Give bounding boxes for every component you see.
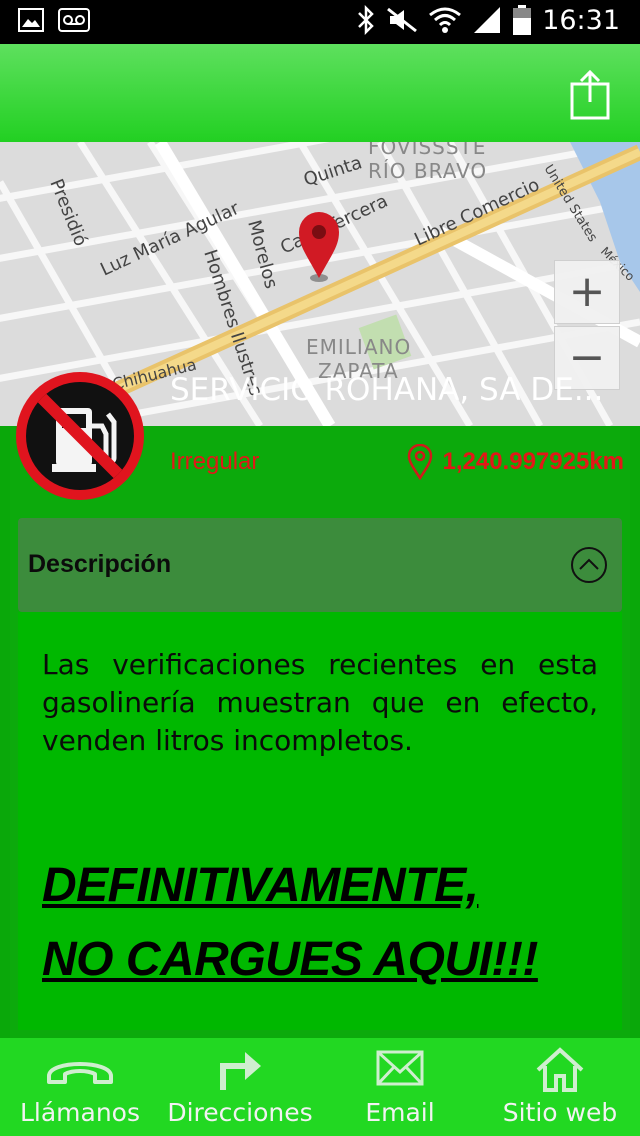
action-bar	[0, 44, 640, 142]
description-header[interactable]: Descripción	[18, 518, 622, 612]
location-pin-icon	[407, 444, 432, 480]
mute-icon	[387, 7, 418, 33]
share-icon[interactable]	[570, 68, 610, 120]
signal-icon	[474, 7, 501, 33]
image-notification-icon	[18, 8, 44, 32]
nav-label: Llámanos	[19, 1098, 141, 1127]
voicemail-icon	[58, 8, 90, 32]
nav-email[interactable]: Email	[320, 1038, 480, 1136]
bottom-nav: Llámanos Direcciones Email Sitio web	[0, 1038, 640, 1136]
nav-directions[interactable]: Direcciones	[160, 1038, 320, 1136]
map-label: FOVISSSTE	[368, 142, 486, 159]
station-name: SERVICIO ROHANA, SA DE...	[170, 372, 604, 408]
email-icon	[376, 1050, 424, 1086]
battery-icon	[513, 5, 532, 35]
warning-line-2: NO CARGUES AQUI!!!	[42, 933, 538, 986]
nav-label: Sitio web	[502, 1098, 618, 1127]
map-label: RÍO BRAVO	[368, 159, 487, 183]
description-text: Las verificaciones recientes en esta gas…	[42, 648, 598, 757]
nav-website[interactable]: Sitio web	[480, 1038, 640, 1136]
directions-icon	[220, 1052, 261, 1090]
nav-label: Email	[365, 1098, 435, 1127]
map-label: EMILIANO	[306, 335, 411, 359]
phone-icon	[47, 1062, 113, 1084]
station-details: Irregular 1,240.997925km Descripción Las…	[10, 426, 630, 1038]
nav-label: Direcciones	[167, 1098, 313, 1127]
status-bar: 16:31	[0, 0, 640, 44]
distance-value: 1,240.997925km	[442, 448, 625, 475]
map-label: Presidió	[45, 176, 91, 249]
status-label: Irregular	[170, 448, 260, 475]
clock: 16:31	[542, 4, 620, 36]
home-icon	[536, 1047, 584, 1092]
map-pin-icon[interactable]	[299, 212, 339, 282]
zoom-in-button[interactable]: +	[554, 260, 620, 324]
chevron-up-icon[interactable]	[570, 546, 608, 584]
description-title: Descripción	[28, 550, 172, 578]
wifi-icon	[429, 7, 462, 33]
distance: 1,240.997925km	[407, 444, 625, 480]
warning-line-1: DEFINITIVAMENTE,	[42, 859, 479, 912]
nav-call[interactable]: Llámanos	[0, 1038, 160, 1136]
no-fuel-logo-icon	[16, 372, 144, 500]
bluetooth-icon	[358, 5, 374, 35]
description-body: Las verificaciones recientes en esta gas…	[18, 612, 622, 1030]
